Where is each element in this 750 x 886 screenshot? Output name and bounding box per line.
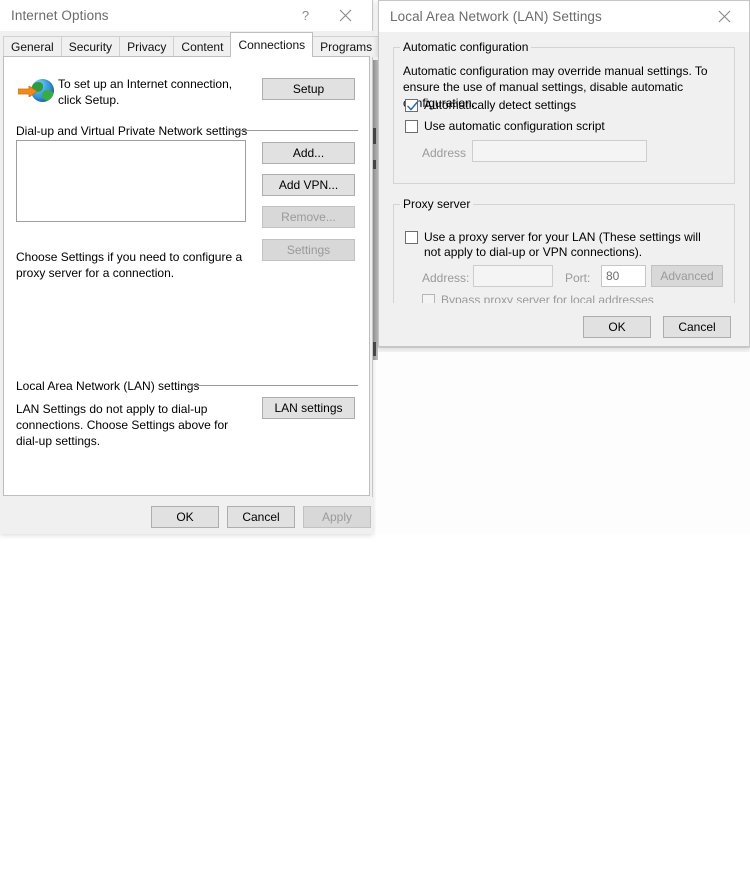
use-script-label: Use automatic configuration script	[424, 119, 605, 133]
use-proxy-checkbox[interactable]	[405, 231, 418, 244]
proxy-port-input[interactable]: 80	[601, 265, 646, 287]
close-icon[interactable]	[706, 1, 743, 32]
tab-connections[interactable]: Connections	[230, 32, 314, 57]
use-script-checkbox[interactable]	[405, 120, 418, 133]
lan-settings-title: Local Area Network (LAN) Settings	[390, 9, 602, 24]
close-icon[interactable]	[327, 0, 364, 31]
dialup-group-rule	[226, 130, 358, 131]
dialup-group-label: Dial-up and Virtual Private Network sett…	[16, 124, 252, 138]
proxy-address-input[interactable]	[473, 265, 553, 287]
lan-group-rule	[182, 385, 358, 386]
lan-cancel-button[interactable]: Cancel	[663, 316, 731, 338]
tab-programs[interactable]: Programs	[312, 36, 381, 57]
remove-button: Remove...	[262, 206, 355, 228]
globe-arrow-icon	[18, 77, 54, 107]
tab-content[interactable]: Content	[173, 36, 232, 57]
lan-settings-body: Automatic configuration Automatic config…	[379, 32, 749, 317]
internet-options-dialog: Internet Options ? General Security Priv…	[0, 0, 449, 534]
auto-detect-settings-checkbox[interactable]	[405, 99, 418, 112]
ok-button[interactable]: OK	[151, 506, 219, 528]
use-script-row[interactable]: Use automatic configuration script	[405, 119, 605, 134]
add-vpn-button[interactable]: Add VPN...	[262, 174, 355, 196]
lan-group-label: Local Area Network (LAN) settings	[16, 379, 204, 393]
tab-security[interactable]: Security	[60, 36, 121, 57]
lan-ok-button[interactable]: OK	[583, 316, 651, 338]
automatic-configuration-label: Automatic configuration	[400, 40, 532, 54]
advanced-button: Advanced	[651, 265, 723, 287]
settings-button: Settings	[262, 239, 355, 261]
lan-settings-titlebar: Local Area Network (LAN) Settings	[379, 1, 749, 33]
proxy-port-label: Port:	[565, 271, 591, 285]
tab-privacy[interactable]: Privacy	[119, 36, 175, 57]
dialup-hint: Choose Settings if you need to configure…	[16, 250, 243, 280]
auto-detect-settings-row[interactable]: Automatically detect settings	[405, 98, 576, 113]
apply-button: Apply	[303, 506, 371, 528]
internet-options-title: Internet Options	[11, 8, 109, 23]
proxy-address-label: Address:	[422, 271, 470, 285]
tab-general[interactable]: General	[3, 36, 62, 57]
internet-options-titlebar: Internet Options ?	[0, 0, 372, 32]
use-proxy-row[interactable]: Use a proxy server for your LAN (These s…	[405, 230, 723, 260]
script-address-label: Address	[422, 146, 467, 160]
setup-button[interactable]: Setup	[262, 78, 355, 100]
internet-options-tabstrip[interactable]: General Security Privacy Content Connect…	[0, 31, 449, 57]
cancel-button[interactable]: Cancel	[227, 506, 295, 528]
internet-options-footer: OK Cancel Apply	[0, 497, 373, 534]
use-proxy-label: Use a proxy server for your LAN (These s…	[424, 230, 701, 259]
setup-description: To set up an Internet connection, click …	[58, 77, 233, 107]
lan-hint: LAN Settings do not apply to dial-up con…	[16, 402, 229, 448]
connections-tab-page: To set up an Internet connection, click …	[3, 56, 370, 496]
lan-settings-dialog: Local Area Network (LAN) Settings Automa…	[378, 0, 750, 347]
add-button[interactable]: Add...	[262, 142, 355, 164]
proxy-server-label: Proxy server	[400, 197, 474, 211]
help-icon[interactable]: ?	[287, 0, 324, 31]
script-address-input[interactable]	[472, 140, 647, 162]
advertisement[interactable]: Dental Implants Seniors...Prices Make Yo…	[378, 352, 750, 534]
lan-settings-button[interactable]: LAN settings	[262, 397, 355, 419]
lan-settings-footer: OK Cancel	[379, 303, 749, 346]
auto-detect-settings-label: Automatically detect settings	[424, 98, 577, 112]
dialup-connections-list[interactable]	[16, 140, 246, 222]
